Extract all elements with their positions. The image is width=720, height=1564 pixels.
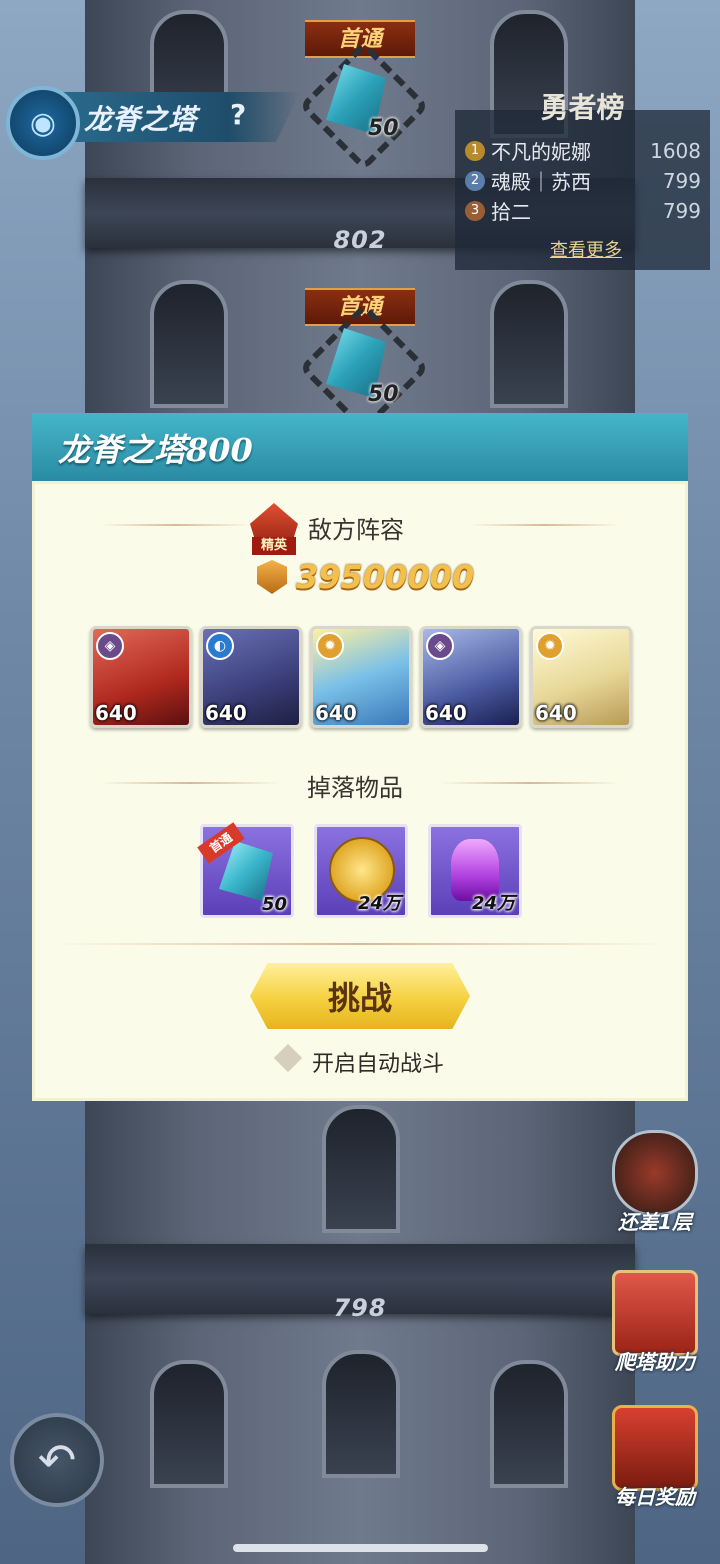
enemy-hero[interactable]: ✹ 640 [530, 626, 632, 728]
hero-level: 640 [95, 701, 137, 725]
player-name: 拾二 [491, 200, 531, 224]
enemy-lineup-title: 敌方阵容 [308, 516, 404, 544]
drop-item-crystal[interactable]: 首通 50 [197, 822, 294, 918]
tower-window [150, 1360, 228, 1488]
challenge-button[interactable]: 挑战 [250, 963, 470, 1029]
boss-portrait-icon [612, 1130, 698, 1216]
tower-window [150, 280, 228, 408]
auto-battle-label[interactable]: 开启自动战斗 [312, 1046, 444, 1078]
leaderboard-row: 2 魂殿｜苏西 799 [465, 166, 705, 196]
floor-drop-count: 50 [368, 382, 399, 407]
tower-window [490, 1360, 568, 1488]
daily-reward-button[interactable]: 每日奖励 [600, 1405, 710, 1510]
drop-count: 50 [261, 894, 287, 915]
hero-level: 640 [315, 701, 357, 725]
drop-count: 24万 [357, 893, 401, 914]
tower-emblem-icon: ◉ [6, 86, 80, 160]
enemy-hero[interactable]: ✹ 640 [310, 626, 412, 728]
dialog-title: 龙脊之塔800 [58, 431, 253, 469]
hero-level: 640 [205, 701, 247, 725]
enemy-power: 39500000 [296, 558, 475, 596]
remaining-floors-button[interactable]: 还差1层 [600, 1130, 710, 1235]
assist-label: 爬塔助力 [615, 1350, 695, 1374]
tower-assist-button[interactable]: 爬塔助力 [600, 1270, 710, 1375]
leaderboard-row: 1 不凡的妮娜 1608 [465, 136, 705, 166]
player-score: 799 [662, 168, 701, 193]
enemy-hero[interactable]: ◐ 640 [200, 626, 302, 728]
tower-door[interactable] [322, 1350, 400, 1478]
tower-title: 龙脊之塔 [84, 103, 197, 136]
gift-box-icon [612, 1270, 698, 1356]
rank-2-icon: 2 [465, 170, 485, 191]
help-button[interactable]: ? [230, 98, 246, 131]
faction-demon-icon: ◈ [96, 632, 124, 660]
floor-drop-count: 50 [368, 116, 399, 141]
leaderboard-row: 3 拾二 799 [465, 196, 705, 226]
view-more-link[interactable]: 查看更多 [550, 236, 622, 262]
hero-level: 640 [535, 701, 577, 725]
home-indicator[interactable] [233, 1544, 488, 1552]
tower-window [490, 280, 568, 408]
faction-demon-icon: ◈ [426, 632, 454, 660]
tower-title-banner: ◉ 龙脊之塔 ? [0, 86, 300, 160]
leaderboard-title: 勇者榜 [540, 91, 625, 124]
rank-1-icon: 1 [465, 140, 485, 161]
divider [440, 782, 620, 784]
divider [100, 782, 280, 784]
player-name: 不凡的妮娜 [491, 140, 591, 164]
player-score: 1608 [650, 138, 701, 163]
drop-count: 24万 [471, 893, 515, 914]
remaining-label: 还差1层 [618, 1210, 692, 1234]
divider [100, 524, 250, 526]
enemy-hero[interactable]: ◈ 640 [420, 626, 522, 728]
drop-item-potion[interactable]: 24万 [428, 824, 522, 918]
back-button[interactable]: ↶ [10, 1413, 104, 1507]
faction-light-icon: ✹ [536, 632, 564, 660]
dialog-header: 龙脊之塔800 [32, 413, 688, 484]
back-arrow-icon: ↶ [37, 1433, 77, 1487]
enemy-hero[interactable]: ◈ 640 [90, 626, 192, 728]
faction-water-icon: ◐ [206, 632, 234, 660]
leaderboard-panel: 勇者榜 1 不凡的妮娜 1608 2 魂殿｜苏西 799 3 拾二 799 查看更多 [455, 91, 710, 270]
faction-light-icon: ✹ [316, 632, 344, 660]
daily-label: 每日奖励 [615, 1485, 695, 1509]
rank-3-icon: 3 [465, 200, 485, 221]
treasure-chest-icon [612, 1405, 698, 1491]
drop-item-gold[interactable]: 24万 [314, 824, 408, 918]
drops-title: 掉落物品 [307, 774, 403, 802]
player-score: 799 [662, 198, 701, 223]
elite-label: 精英 [252, 537, 296, 555]
floor-number: 798 [333, 1294, 387, 1322]
player-name: 魂殿｜苏西 [491, 170, 591, 194]
hero-level: 640 [425, 701, 467, 725]
divider [470, 524, 620, 526]
floor-number: 802 [333, 226, 387, 254]
tower-door[interactable] [322, 1105, 400, 1233]
divider [56, 943, 664, 945]
